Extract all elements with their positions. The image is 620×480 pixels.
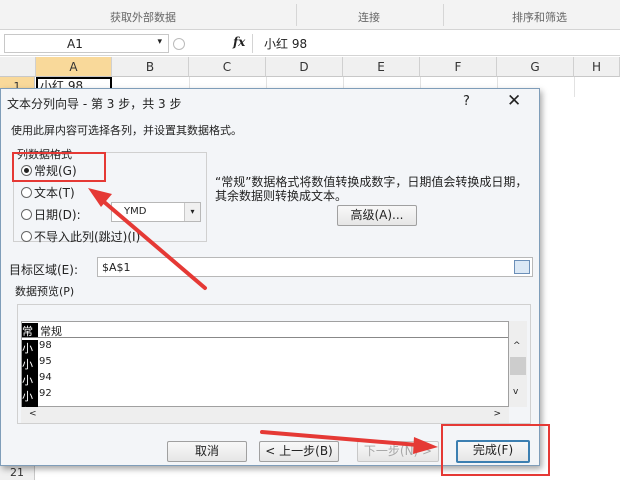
chevron-down-icon[interactable]: ▾	[157, 37, 162, 47]
ribbon-group-connections[interactable]: 连接	[358, 9, 380, 25]
destination-value: $A$1	[102, 261, 131, 274]
column-header-g[interactable]: G	[497, 57, 574, 77]
preview-header-col2[interactable]: 常规	[40, 323, 62, 339]
formula-bar: A1 ▾ fx 小红 98	[0, 31, 620, 56]
ribbon-group-labels: 获取外部数据 连接 排序和筛选	[0, 0, 620, 30]
preview-label: 数据预览(P)	[15, 285, 75, 298]
insert-function-icon[interactable]: fx	[233, 35, 245, 49]
column-header-b[interactable]: B	[112, 57, 189, 77]
column-header-e[interactable]: E	[343, 57, 420, 77]
scroll-right-icon[interactable]: >	[493, 409, 501, 419]
radio-date-label: 日期(D):	[34, 208, 81, 222]
radio-icon	[21, 187, 32, 198]
radio-skip-column[interactable]: 不导入此列(跳过)(I)	[21, 228, 140, 245]
range-picker-icon[interactable]	[514, 260, 530, 274]
ribbon-group-get-external-data[interactable]: 获取外部数据	[110, 9, 176, 25]
ribbon-separator	[296, 4, 297, 26]
radio-skip-label: 不导入此列(跳过)(I)	[34, 230, 141, 244]
preview-cell: 98	[39, 340, 52, 351]
preview-cell: 95	[39, 356, 52, 367]
destination-input[interactable]: $A$1	[97, 257, 533, 277]
dialog-description: 使用此屏内容可选择各列，并设置其数据格式。	[11, 124, 242, 137]
annotation-highlight-general	[12, 152, 106, 182]
date-format-select[interactable]: YMD ▾	[111, 202, 201, 222]
column-header-a[interactable]: A	[36, 57, 112, 77]
scroll-left-icon[interactable]: <	[29, 409, 37, 419]
radio-date[interactable]: 日期(D):	[21, 206, 81, 223]
formula-cancel-icon	[173, 38, 185, 50]
date-format-value: YMD	[124, 206, 147, 217]
back-button[interactable]: < 上一步(B)	[259, 441, 339, 462]
advanced-button[interactable]: 高级(A)...	[337, 205, 417, 226]
preview-header-col1[interactable]: 常规	[22, 323, 38, 354]
preview-vertical-scrollbar[interactable]: ^ v	[509, 321, 527, 407]
data-preview-grid[interactable]: 常规 常规 小红 98 小明 95 小刚 94 小刘 92	[21, 321, 509, 420]
annotation-highlight-finish	[441, 424, 550, 476]
help-icon[interactable]: ?	[463, 94, 470, 109]
preview-header-row: 常规 常规	[22, 322, 508, 354]
radio-icon	[21, 209, 32, 220]
chevron-down-icon[interactable]: ▾	[184, 203, 200, 221]
cancel-button[interactable]: 取消	[167, 441, 247, 462]
preview-cell: 94	[39, 372, 52, 383]
format-info-text: “常规”数据格式将数值转换成数字，日期值会转换成日期，其余数据则转换成文本。	[215, 175, 528, 203]
scroll-down-icon[interactable]: v	[513, 387, 518, 397]
next-button[interactable]: 下一步(N) >	[357, 441, 439, 462]
column-header-c[interactable]: C	[189, 57, 266, 77]
preview-cell: 92	[39, 388, 52, 399]
name-box[interactable]: A1 ▾	[4, 34, 169, 53]
preview-horizontal-scrollbar[interactable]: < >	[21, 407, 509, 423]
formula-input[interactable]: 小红 98	[264, 35, 307, 52]
dialog-title: 文本分列向导 - 第 3 步，共 3 步	[7, 97, 182, 111]
name-box-value: A1	[67, 37, 83, 51]
column-header-h[interactable]: H	[574, 57, 620, 77]
destination-label: 目标区域(E):	[9, 263, 78, 277]
divider	[252, 34, 253, 53]
select-all-corner[interactable]	[0, 57, 36, 77]
scroll-thumb[interactable]	[510, 357, 526, 375]
radio-text-label: 文本(T)	[34, 186, 75, 200]
scroll-up-icon[interactable]: ^	[513, 341, 521, 351]
text-to-columns-dialog: 文本分列向导 - 第 3 步，共 3 步 ? ✕ 使用此屏内容可选择各列，并设置…	[0, 88, 540, 466]
radio-icon	[21, 231, 32, 242]
radio-text[interactable]: 文本(T)	[21, 184, 75, 201]
column-header-d[interactable]: D	[266, 57, 343, 77]
ribbon-group-sort-filter[interactable]: 排序和筛选	[512, 9, 567, 25]
close-icon[interactable]: ✕	[507, 91, 521, 111]
gridline	[574, 77, 575, 97]
row-header-21[interactable]: 21	[0, 466, 35, 480]
column-header-f[interactable]: F	[420, 57, 497, 77]
ribbon-separator	[443, 4, 444, 26]
